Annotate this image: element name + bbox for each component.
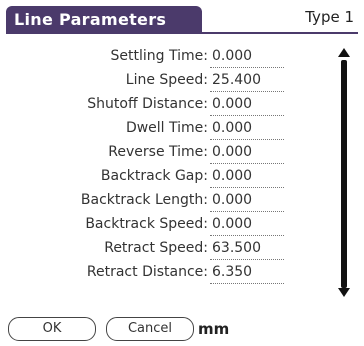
scrollbar-track[interactable] bbox=[341, 60, 347, 288]
field-underline bbox=[210, 115, 284, 116]
label-reverse-time: Reverse Time: bbox=[108, 144, 208, 160]
label-settling-time: Settling Time: bbox=[110, 48, 208, 64]
type-selector[interactable]: Type 1 bbox=[305, 8, 354, 26]
unit-label[interactable]: mm bbox=[198, 320, 229, 338]
row-reverse-time: Reverse Time: 0.000 bbox=[0, 142, 330, 166]
cancel-button[interactable]: Cancel bbox=[106, 317, 194, 341]
field-shutoff-distance[interactable]: 0.000 bbox=[212, 96, 284, 112]
row-backtrack-length: Backtrack Length: 0.000 bbox=[0, 190, 330, 214]
field-underline bbox=[210, 139, 284, 140]
label-line-speed: Line Speed: bbox=[125, 72, 208, 88]
field-line-speed[interactable]: 25.400 bbox=[212, 72, 284, 88]
row-retract-speed: Retract Speed: 63.500 bbox=[0, 238, 330, 262]
row-shutoff-distance: Shutoff Distance: 0.000 bbox=[0, 94, 330, 118]
field-underline bbox=[210, 67, 284, 68]
field-backtrack-length[interactable]: 0.000 bbox=[212, 192, 284, 208]
field-underline bbox=[210, 259, 284, 260]
row-backtrack-speed: Backtrack Speed: 0.000 bbox=[0, 214, 330, 238]
field-backtrack-gap[interactable]: 0.000 bbox=[212, 168, 284, 184]
scroll-up-arrow-icon[interactable] bbox=[338, 48, 350, 57]
label-backtrack-speed: Backtrack Speed: bbox=[85, 216, 208, 232]
label-backtrack-length: Backtrack Length: bbox=[80, 192, 208, 208]
field-underline bbox=[210, 187, 284, 188]
field-dwell-time[interactable]: 0.000 bbox=[212, 120, 284, 136]
row-retract-distance: Retract Distance: 6.350 bbox=[0, 262, 330, 286]
line-parameters-dialog: Line Parameters Type 1 Settling Time: 0.… bbox=[0, 0, 364, 346]
row-dwell-time: Dwell Time: 0.000 bbox=[0, 118, 330, 142]
field-settling-time[interactable]: 0.000 bbox=[212, 48, 284, 64]
label-backtrack-gap: Backtrack Gap: bbox=[100, 168, 208, 184]
field-underline bbox=[210, 283, 284, 284]
field-retract-distance[interactable]: 6.350 bbox=[212, 264, 284, 280]
field-backtrack-speed[interactable]: 0.000 bbox=[212, 216, 284, 232]
ok-button[interactable]: OK bbox=[8, 317, 96, 341]
field-underline bbox=[210, 235, 284, 236]
row-line-speed: Line Speed: 25.400 bbox=[0, 70, 330, 94]
field-retract-speed[interactable]: 63.500 bbox=[212, 240, 284, 256]
title-underline bbox=[6, 32, 358, 34]
label-shutoff-distance: Shutoff Distance: bbox=[87, 96, 208, 112]
field-underline bbox=[210, 163, 284, 164]
field-reverse-time[interactable]: 0.000 bbox=[212, 144, 284, 160]
label-retract-distance: Retract Distance: bbox=[86, 264, 208, 280]
row-settling-time: Settling Time: 0.000 bbox=[0, 46, 330, 70]
field-underline bbox=[210, 211, 284, 212]
field-underline bbox=[210, 91, 284, 92]
scroll-down-arrow-icon[interactable] bbox=[338, 288, 350, 297]
row-backtrack-gap: Backtrack Gap: 0.000 bbox=[0, 166, 330, 190]
label-retract-speed: Retract Speed: bbox=[104, 240, 208, 256]
dialog-title: Line Parameters bbox=[14, 10, 167, 29]
label-dwell-time: Dwell Time: bbox=[125, 120, 208, 136]
